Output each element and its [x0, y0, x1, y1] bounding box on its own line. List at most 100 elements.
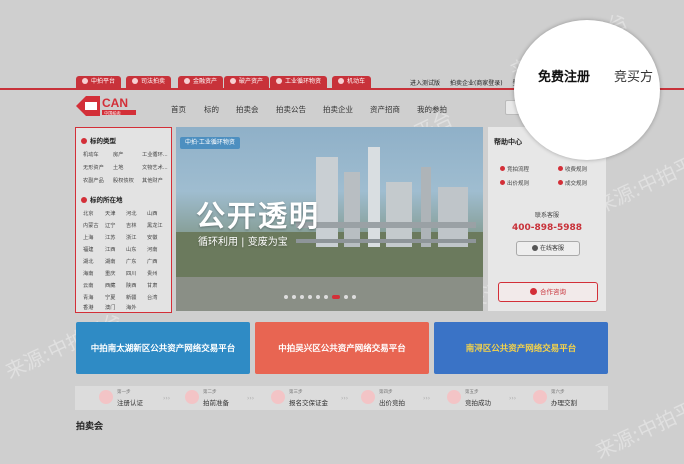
help-link-fee[interactable]: 收费规则 — [558, 165, 587, 173]
region-item[interactable]: 台湾 — [147, 294, 157, 301]
arrow-icon: ››› — [163, 395, 171, 402]
region-item[interactable]: 海外 — [126, 304, 136, 311]
merchant-login-link[interactable]: 拍卖企业(商家登录) — [450, 80, 503, 87]
type-item[interactable]: 工业循环... — [142, 151, 168, 158]
carousel-dot[interactable] — [352, 295, 356, 299]
carousel-dot[interactable] — [316, 295, 320, 299]
nav-items[interactable]: 标的 — [204, 104, 219, 115]
region-item[interactable]: 江苏 — [105, 234, 115, 241]
arrow-icon: ››› — [423, 395, 431, 402]
region-item[interactable]: 澳门 — [105, 304, 115, 311]
type-item[interactable]: 无形资产 — [83, 164, 104, 171]
carousel-dot-active[interactable] — [332, 295, 340, 299]
region-item[interactable]: 浙江 — [126, 234, 136, 241]
platform-card-nanxun[interactable]: 南浔区公共资产网络交易平台 — [434, 322, 608, 374]
carousel-dot[interactable] — [284, 295, 288, 299]
region-item[interactable]: 北京 — [83, 210, 93, 217]
carousel-dot[interactable] — [324, 295, 328, 299]
process-steps: 第一步 注册认证 ››› 第二步 拍前准备 ››› 第三步 报名交保证金 ››› 第四… — [75, 386, 608, 410]
type-item[interactable]: 股权债权 — [113, 177, 134, 184]
region-item[interactable]: 青海 — [83, 294, 93, 301]
region-item[interactable]: 山东 — [126, 246, 136, 253]
region-item[interactable]: 湖北 — [83, 258, 93, 265]
type-item[interactable]: 其他财产 — [142, 177, 163, 184]
region-item[interactable]: 香港 — [83, 304, 93, 311]
region-item[interactable]: 湖南 — [105, 258, 115, 265]
asset-icon — [230, 78, 236, 84]
fee-icon — [558, 166, 563, 171]
tab-vehicle[interactable]: 机动车 — [332, 76, 372, 88]
region-item[interactable]: 辽宁 — [105, 222, 115, 229]
help-link-bid[interactable]: 出价规则 — [500, 179, 529, 187]
region-item[interactable]: 上海 — [83, 234, 93, 241]
region-item[interactable]: 新疆 — [126, 294, 136, 301]
tab-industrial[interactable]: 工业循环物资 — [270, 76, 328, 88]
banner-tag: 中拍·工业循环物资 — [180, 137, 240, 149]
nav-companies[interactable]: 拍卖企业 — [323, 104, 353, 115]
type-item[interactable]: 农副产品 — [83, 177, 104, 184]
region-item[interactable]: 四川 — [126, 270, 136, 277]
help-link-deal[interactable]: 成交规则 — [558, 179, 587, 187]
logo-sub: 中国拍卖 — [104, 109, 121, 116]
type-item[interactable]: 土地 — [113, 164, 123, 171]
tab-judicial[interactable]: 司法拍卖 — [126, 76, 172, 88]
carousel-dot[interactable] — [292, 295, 296, 299]
buyer-link[interactable]: 竞买方 — [614, 66, 653, 85]
type-item[interactable]: 房产 — [113, 151, 123, 158]
region-item[interactable]: 河南 — [147, 246, 157, 253]
carousel-dot[interactable] — [344, 295, 348, 299]
home-icon — [82, 78, 88, 84]
region-item[interactable]: 广东 — [126, 258, 136, 265]
lock-icon — [271, 390, 285, 404]
online-service-button[interactable]: 在线客服 — [516, 241, 580, 256]
gavel-icon — [132, 78, 138, 84]
location-icon — [81, 197, 87, 203]
site-logo[interactable]: CAN 中国拍卖 — [76, 95, 150, 117]
region-item[interactable]: 河北 — [126, 210, 136, 217]
region-item[interactable]: 天津 — [105, 210, 115, 217]
region-item[interactable]: 海南 — [83, 270, 93, 277]
banner-title: 公开透明 — [196, 199, 321, 233]
tab-bankrupt[interactable]: 破产资产 — [224, 76, 270, 88]
region-item[interactable]: 广西 — [147, 258, 157, 265]
tab-financial[interactable]: 金融资产 — [178, 76, 224, 88]
hero-banner[interactable]: 中拍·工业循环物资 公开透明 循环利用 | 变废为宝 — [176, 127, 483, 311]
cooperate-button[interactable]: 合作咨询 — [498, 282, 598, 302]
region-item[interactable]: 安徽 — [147, 234, 157, 241]
nav-announcements[interactable]: 拍卖公告 — [276, 104, 306, 115]
carousel-dots — [284, 294, 360, 301]
region-item[interactable]: 陕西 — [126, 282, 136, 289]
register-link[interactable]: 免费注册 — [538, 66, 590, 85]
type-item[interactable]: 机动车 — [83, 151, 99, 158]
arrow-icon: ››› — [341, 395, 349, 402]
nav-investment[interactable]: 资产招商 — [370, 104, 400, 115]
region-item[interactable]: 宁夏 — [105, 294, 115, 301]
nav-auctions[interactable]: 拍卖会 — [236, 104, 259, 115]
region-item[interactable]: 西藏 — [105, 282, 115, 289]
help-link-process[interactable]: 竞拍流程 — [500, 165, 529, 173]
region-item[interactable]: 黑龙江 — [147, 222, 163, 229]
phone-icon — [530, 288, 537, 295]
type-item[interactable]: 文物艺术... — [142, 164, 168, 171]
arrow-icon: ››› — [509, 395, 517, 402]
bid-icon — [500, 180, 505, 185]
region-item[interactable]: 重庆 — [105, 270, 115, 277]
region-item[interactable]: 吉林 — [126, 222, 136, 229]
test-version-link[interactable]: 进入测试版 — [410, 80, 440, 87]
region-item[interactable]: 云南 — [83, 282, 93, 289]
nav-my-bids[interactable]: 我的参拍 — [417, 104, 447, 115]
nav-home[interactable]: 首页 — [171, 104, 186, 115]
banner-subtitle: 循环利用 | 变废为宝 — [198, 237, 288, 248]
platform-card-wuxing[interactable]: 中拍吴兴区公共资产网络交易平台 — [255, 322, 429, 374]
gavel-icon — [447, 390, 461, 404]
region-item[interactable]: 山西 — [147, 210, 157, 217]
tab-zhongpai[interactable]: 中拍平台 — [76, 76, 122, 88]
platform-card-nantaihu[interactable]: 中拍南太湖新区公共资产网络交易平台 — [76, 322, 250, 374]
region-item[interactable]: 江西 — [105, 246, 115, 253]
carousel-dot[interactable] — [300, 295, 304, 299]
region-item[interactable]: 甘肃 — [147, 282, 157, 289]
region-item[interactable]: 福建 — [83, 246, 93, 253]
region-item[interactable]: 贵州 — [147, 270, 157, 277]
region-item[interactable]: 内蒙古 — [83, 222, 99, 229]
carousel-dot[interactable] — [308, 295, 312, 299]
